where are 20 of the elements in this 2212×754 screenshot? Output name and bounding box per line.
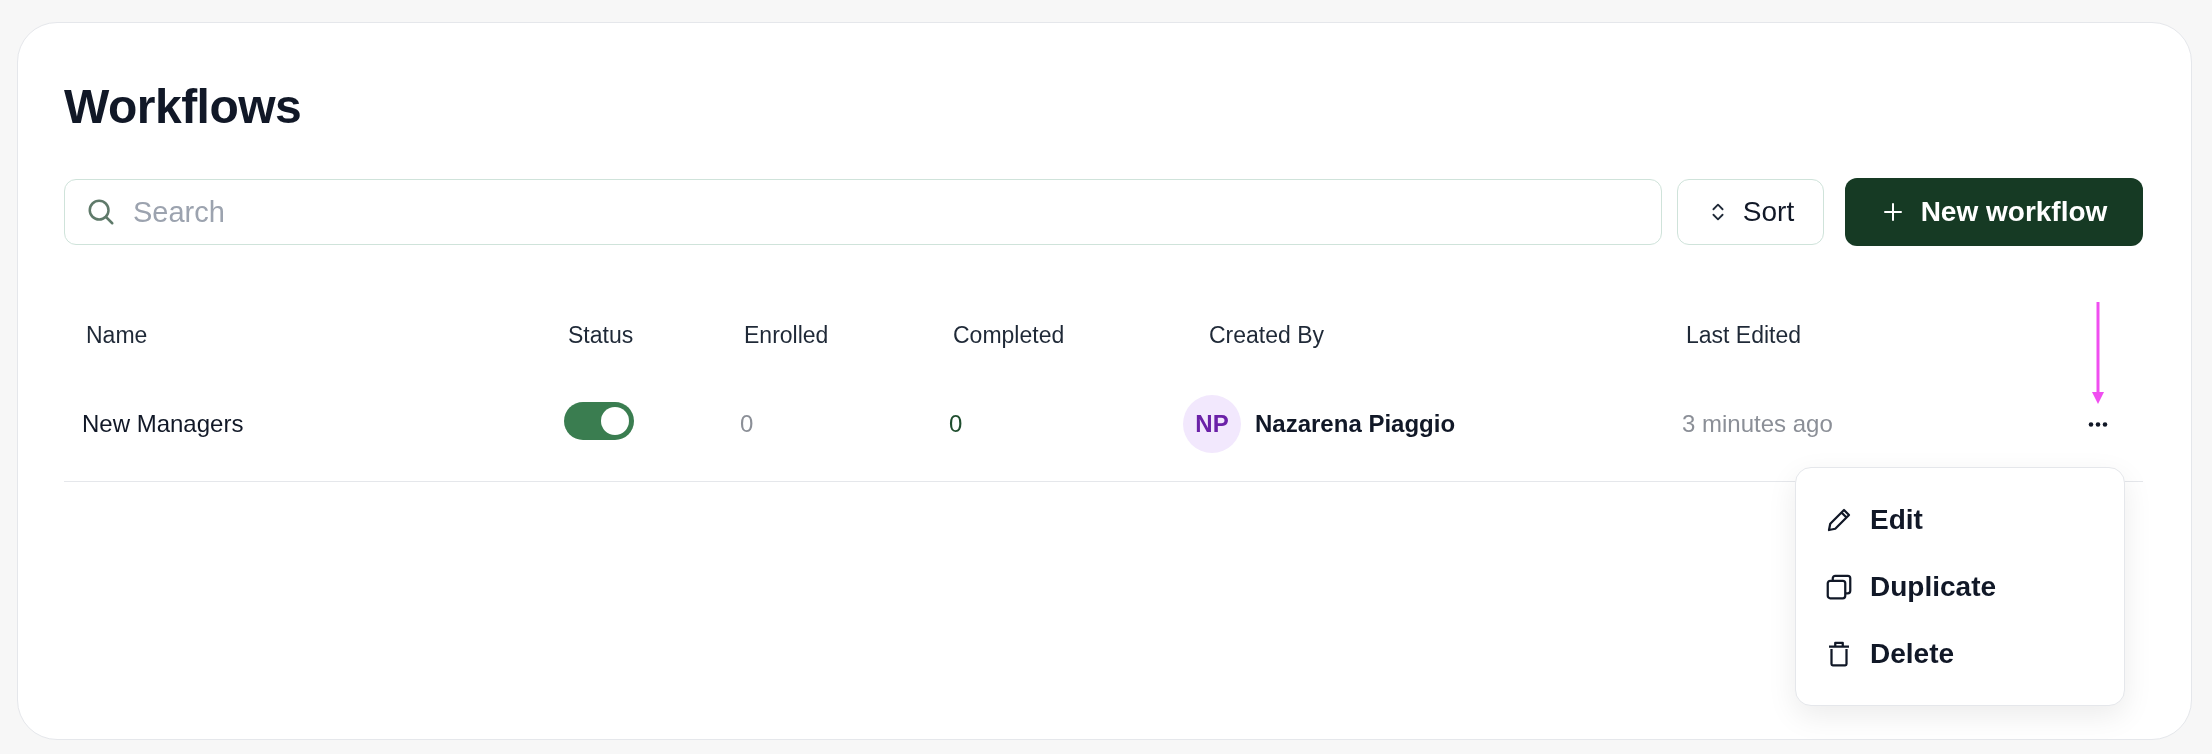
new-workflow-button[interactable]: New workflow [1845, 178, 2143, 246]
menu-item[interactable]: Delete [1796, 620, 2124, 687]
avatar: NP [1183, 395, 1241, 453]
menu-item[interactable]: Duplicate [1796, 553, 2124, 620]
ellipsis-icon [2086, 420, 2109, 428]
table-cell-text: New Managers [82, 410, 245, 438]
sort-button[interactable]: Sort [1677, 179, 1824, 245]
column-header: Created By [1209, 322, 1326, 349]
menu-item[interactable]: Edit [1796, 486, 2124, 553]
column-header: Completed [953, 322, 1066, 349]
column-header: Status [568, 322, 635, 349]
column-header: Enrolled [744, 322, 830, 349]
column-header: Last Edited [1686, 322, 1803, 349]
search-field[interactable]: Search [64, 179, 1662, 245]
page-title: Workflows [64, 79, 303, 134]
creator-name: Nazarena Piaggio [1255, 410, 1456, 438]
table-cell-text: 3 minutes ago [1682, 410, 1834, 438]
status-toggle[interactable] [564, 402, 634, 440]
table-cell-text: 0 [740, 410, 755, 438]
column-header: Name [86, 322, 149, 349]
